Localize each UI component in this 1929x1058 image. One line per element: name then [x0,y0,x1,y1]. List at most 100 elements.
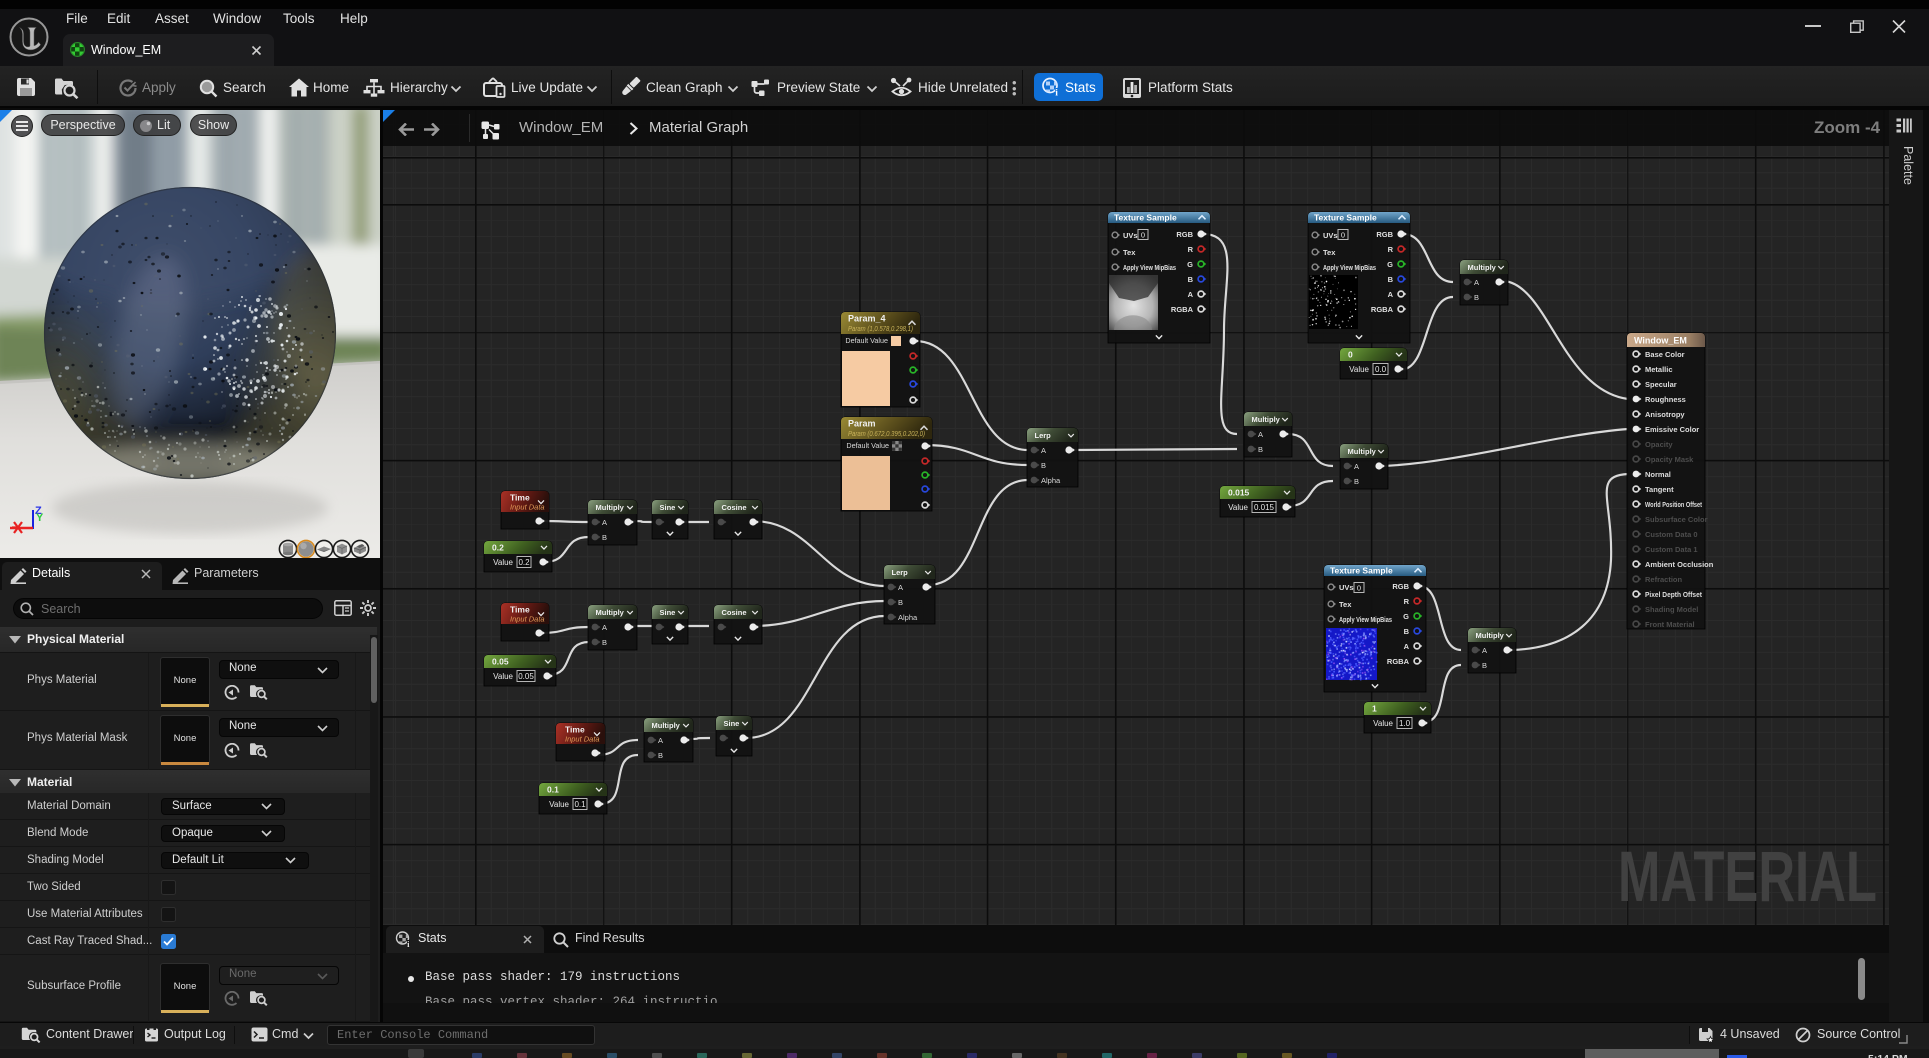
svg-text:Normal: Normal [1645,470,1671,479]
svg-text:RGBA: RGBA [1171,305,1194,314]
svg-text:Multiply: Multiply [596,503,625,512]
svg-text:Specular: Specular [1645,380,1677,389]
svg-text:1.0: 1.0 [1399,719,1411,728]
svg-text:0: 0 [1341,230,1345,239]
svg-text:i: i [1055,89,1058,98]
svg-text:Sine: Sine [660,503,676,512]
svg-text:Ambient Occlusion: Ambient Occlusion [1645,560,1714,569]
svg-text:Pixel Depth Offset: Pixel Depth Offset [1645,590,1702,599]
svg-text:A: A [1354,462,1359,471]
svg-text:Value: Value [1228,503,1248,512]
svg-text:A: A [658,736,663,745]
svg-text:0.1: 0.1 [547,785,559,795]
svg-text:B: B [1474,293,1479,302]
svg-text:Lerp: Lerp [892,568,909,577]
svg-text:Multiply: Multiply [652,721,681,730]
svg-text:Input Data: Input Data [565,735,600,744]
svg-text:G: G [1187,260,1193,269]
svg-text:A: A [898,583,903,592]
svg-text:R: R [1188,245,1194,254]
svg-text:i: i [407,939,410,948]
svg-text:A: A [1474,278,1479,287]
svg-text:0.0: 0.0 [1375,365,1387,374]
svg-text:Tangent: Tangent [1645,485,1674,494]
svg-text:Param_4: Param_4 [848,314,886,324]
svg-text:A: A [602,623,607,632]
svg-text:Apply View MipBias: Apply View MipBias [1339,615,1392,624]
svg-text:Multiply: Multiply [1348,447,1377,456]
svg-text:0.2: 0.2 [518,558,530,567]
svg-text:0.2: 0.2 [492,543,504,553]
svg-text:Alpha: Alpha [898,613,918,622]
svg-text:RGB: RGB [1376,230,1393,239]
svg-text:RGBA: RGBA [1371,305,1394,314]
svg-text:Sine: Sine [660,608,676,617]
svg-text:B: B [1482,661,1487,670]
svg-text:Multiply: Multiply [596,608,625,617]
svg-text:Window_EM: Window_EM [1634,336,1687,346]
svg-text:0: 0 [1348,350,1353,360]
svg-text:Multiply: Multiply [1252,415,1281,424]
svg-text:Sine: Sine [724,719,740,728]
svg-text:Subsurface Color: Subsurface Color [1645,515,1708,524]
svg-text:RGBA: RGBA [1387,657,1410,666]
svg-text:0.05: 0.05 [518,672,534,681]
svg-text:Anisotropy: Anisotropy [1645,410,1685,419]
svg-text:A: A [1041,446,1046,455]
svg-text:A: A [1188,290,1194,299]
svg-text:Apply View MipBias: Apply View MipBias [1323,263,1376,272]
svg-text:Metallic: Metallic [1645,365,1673,374]
svg-text:Tex: Tex [1323,248,1336,257]
svg-text:0.1: 0.1 [574,800,586,809]
svg-text:B: B [1041,461,1046,470]
svg-text:R: R [1388,245,1394,254]
svg-text:Default Value: Default Value [845,336,888,345]
svg-text:Input Data: Input Data [510,503,545,512]
svg-text:Time: Time [510,605,530,615]
svg-text:Value: Value [549,800,569,809]
svg-text:Value: Value [493,558,513,567]
svg-text:Front Material: Front Material [1645,620,1695,629]
svg-text:Roughness: Roughness [1645,395,1686,404]
svg-text:B: B [1388,275,1394,284]
svg-text:Param (0.672,0.395,0.202,0): Param (0.672,0.395,0.202,0) [848,429,925,438]
svg-text:Param: Param [848,419,876,429]
svg-text:UVs: UVs [1323,231,1338,240]
svg-text:Lerp: Lerp [1035,431,1052,440]
svg-text:Emissive Color: Emissive Color [1645,425,1699,434]
svg-text:Alpha: Alpha [1041,476,1061,485]
svg-text:B: B [1404,627,1410,636]
svg-text:Tex: Tex [1123,248,1136,257]
svg-text:Cosine: Cosine [722,608,747,617]
svg-text:Base Color: Base Color [1645,350,1685,359]
svg-text:Cosine: Cosine [722,503,747,512]
svg-text:0.05: 0.05 [492,657,509,667]
svg-text:A: A [1482,646,1487,655]
svg-text:Refraction: Refraction [1645,575,1683,584]
svg-text:0: 0 [1141,230,1145,239]
svg-text:Time: Time [510,493,530,503]
svg-text:B: B [658,751,663,760]
svg-text:Texture Sample: Texture Sample [1314,213,1377,223]
svg-text:B: B [1258,445,1263,454]
svg-text:Texture Sample: Texture Sample [1330,566,1393,576]
svg-text:Param (1,0.578,0.298,1): Param (1,0.578,0.298,1) [848,324,913,333]
svg-text:Opacity: Opacity [1645,440,1673,449]
svg-text:World Position Offset: World Position Offset [1645,500,1702,509]
svg-text:G: G [1387,260,1393,269]
svg-text:UVs: UVs [1123,231,1138,240]
svg-text:Y: Y [36,512,44,524]
svg-text:Opacity Mask: Opacity Mask [1645,455,1694,464]
svg-text:G: G [1403,612,1409,621]
svg-text:B: B [1354,477,1359,486]
svg-text:A: A [1258,430,1263,439]
svg-text:Default Value: Default Value [846,441,889,450]
svg-text:RGB: RGB [1392,582,1409,591]
svg-text:Shading Model: Shading Model [1645,605,1698,614]
svg-text:Multiply: Multiply [1468,263,1497,272]
svg-text:A: A [1404,642,1410,651]
svg-text:B: B [898,598,903,607]
svg-text:A: A [602,518,607,527]
svg-text:B: B [602,638,607,647]
svg-text:Texture Sample: Texture Sample [1114,213,1177,223]
